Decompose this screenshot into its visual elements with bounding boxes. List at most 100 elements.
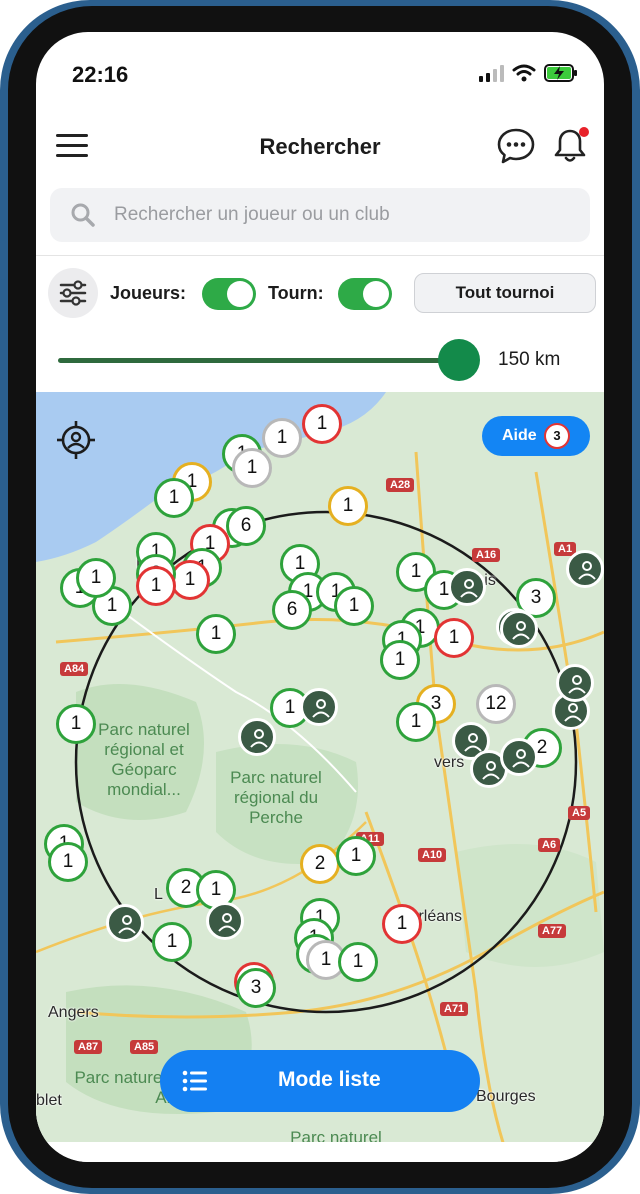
- cluster-marker[interactable]: 1: [382, 904, 422, 944]
- road-shield: A77: [538, 924, 567, 938]
- cluster-marker[interactable]: 1: [76, 558, 116, 598]
- player-pin[interactable]: [238, 718, 276, 756]
- cluster-marker[interactable]: 1: [170, 560, 210, 600]
- person-icon: [250, 729, 268, 748]
- cluster-marker[interactable]: 1: [396, 702, 436, 742]
- road-shield: A84: [60, 662, 89, 676]
- cluster-marker[interactable]: 1: [136, 566, 176, 606]
- header-divider: [36, 255, 604, 256]
- region-label-parc-perche: Parc naturel régional du Perche: [230, 768, 322, 827]
- volume-up-button: [0, 330, 6, 410]
- road-shield: A28: [386, 478, 415, 492]
- city-label-angers: Angers: [48, 1004, 99, 1021]
- list-mode-button[interactable]: Mode liste: [160, 1050, 480, 1112]
- road-shield: A85: [130, 1040, 159, 1054]
- road-shield: A71: [440, 1002, 469, 1016]
- app-screen: 22:16 Rechercher Rechercher un joueur ou…: [36, 32, 604, 1162]
- person-icon: [312, 699, 330, 718]
- cluster-marker[interactable]: 1: [262, 418, 302, 458]
- map-view[interactable]: Parc naturel régional et Géoparc mondial…: [36, 392, 604, 1152]
- chat-icon[interactable]: [496, 126, 536, 166]
- cluster-marker[interactable]: 1: [196, 614, 236, 654]
- sliders-icon: [59, 280, 87, 306]
- cluster-marker[interactable]: 1: [56, 704, 96, 744]
- top-app-bar: Rechercher: [36, 112, 604, 184]
- search-input[interactable]: [114, 188, 574, 242]
- player-pin[interactable]: [206, 902, 244, 940]
- status-bar: 22:16: [36, 32, 604, 112]
- bottom-tab-bar: [36, 1142, 604, 1162]
- search-bar: [50, 188, 590, 242]
- person-icon: [564, 703, 582, 722]
- cluster-marker[interactable]: 1: [338, 942, 378, 982]
- cluster-marker[interactable]: 1: [380, 640, 420, 680]
- cluster-marker[interactable]: 6: [272, 590, 312, 630]
- cluster-marker[interactable]: 1: [232, 448, 272, 488]
- toggle-knob: [227, 281, 253, 307]
- road-shield: A87: [74, 1040, 103, 1054]
- player-pin[interactable]: [556, 664, 594, 702]
- person-icon: [482, 761, 500, 780]
- wifi-icon: [512, 64, 536, 82]
- help-label: Aide: [502, 427, 537, 444]
- cluster-marker[interactable]: 1: [152, 922, 192, 962]
- all-tournaments-button[interactable]: Tout tournoi: [414, 273, 596, 313]
- filters-button[interactable]: [48, 268, 98, 318]
- list-icon: [182, 1070, 207, 1092]
- cluster-marker[interactable]: 3: [236, 968, 276, 1008]
- radius-value: 150 km: [498, 349, 561, 370]
- person-icon: [512, 621, 530, 640]
- road-shield: A16: [472, 548, 501, 562]
- player-pin[interactable]: [500, 610, 538, 648]
- status-icons: [478, 64, 578, 82]
- players-filter-label: Joueurs:: [110, 283, 187, 303]
- cluster-marker[interactable]: 1: [48, 842, 88, 882]
- person-icon: [218, 913, 236, 932]
- player-pin[interactable]: [566, 550, 604, 588]
- road-shield: A6: [538, 838, 561, 852]
- status-time: 22:16: [72, 62, 129, 87]
- cluster-marker[interactable]: 2: [300, 844, 340, 884]
- cluster-marker[interactable]: 1: [328, 486, 368, 526]
- radius-slider-handle[interactable]: [438, 339, 480, 381]
- person-icon: [460, 579, 478, 598]
- mute-switch: [0, 240, 6, 280]
- battery-charging-icon: [544, 64, 577, 82]
- cluster-marker[interactable]: 1: [302, 404, 342, 444]
- signal-icon: [479, 65, 504, 82]
- person-icon: [512, 749, 530, 768]
- road-shield: A10: [418, 848, 447, 862]
- cluster-marker[interactable]: 1: [434, 618, 474, 658]
- person-icon: [464, 733, 482, 752]
- tournaments-filter-label: Tourn:: [268, 283, 324, 303]
- volume-down-button: [0, 430, 6, 510]
- cluster-marker[interactable]: 1: [336, 836, 376, 876]
- power-button: [634, 360, 640, 480]
- city-label-bourges: Bourges: [476, 1088, 536, 1105]
- list-mode-label: Mode liste: [278, 1068, 381, 1091]
- player-pin[interactable]: [106, 904, 144, 942]
- city-label-l: L: [154, 886, 163, 903]
- person-icon: [578, 561, 596, 580]
- locate-me-icon[interactable]: [56, 420, 96, 460]
- cluster-marker[interactable]: 12: [476, 684, 516, 724]
- person-icon: [568, 675, 586, 694]
- road-shield: A5: [568, 806, 591, 820]
- tournaments-toggle[interactable]: [338, 278, 392, 310]
- players-toggle[interactable]: [202, 278, 256, 310]
- player-pin[interactable]: [500, 738, 538, 776]
- notifications-bell-icon[interactable]: [550, 126, 590, 166]
- cluster-marker[interactable]: 6: [226, 506, 266, 546]
- region-label-parc-normandie: Parc naturel régional et Géoparc mondial…: [98, 720, 190, 799]
- city-label-blet: blet: [36, 1092, 62, 1109]
- search-icon: [71, 203, 95, 227]
- player-pin[interactable]: [448, 568, 486, 606]
- help-button[interactable]: Aide 3: [482, 416, 590, 456]
- radius-slider-track[interactable]: [58, 358, 458, 363]
- cluster-marker[interactable]: 1: [154, 478, 194, 518]
- cluster-marker[interactable]: 1: [334, 586, 374, 626]
- toggle-knob: [363, 281, 389, 307]
- player-pin[interactable]: [300, 688, 338, 726]
- person-icon: [118, 915, 136, 934]
- help-count-badge: 3: [544, 423, 570, 449]
